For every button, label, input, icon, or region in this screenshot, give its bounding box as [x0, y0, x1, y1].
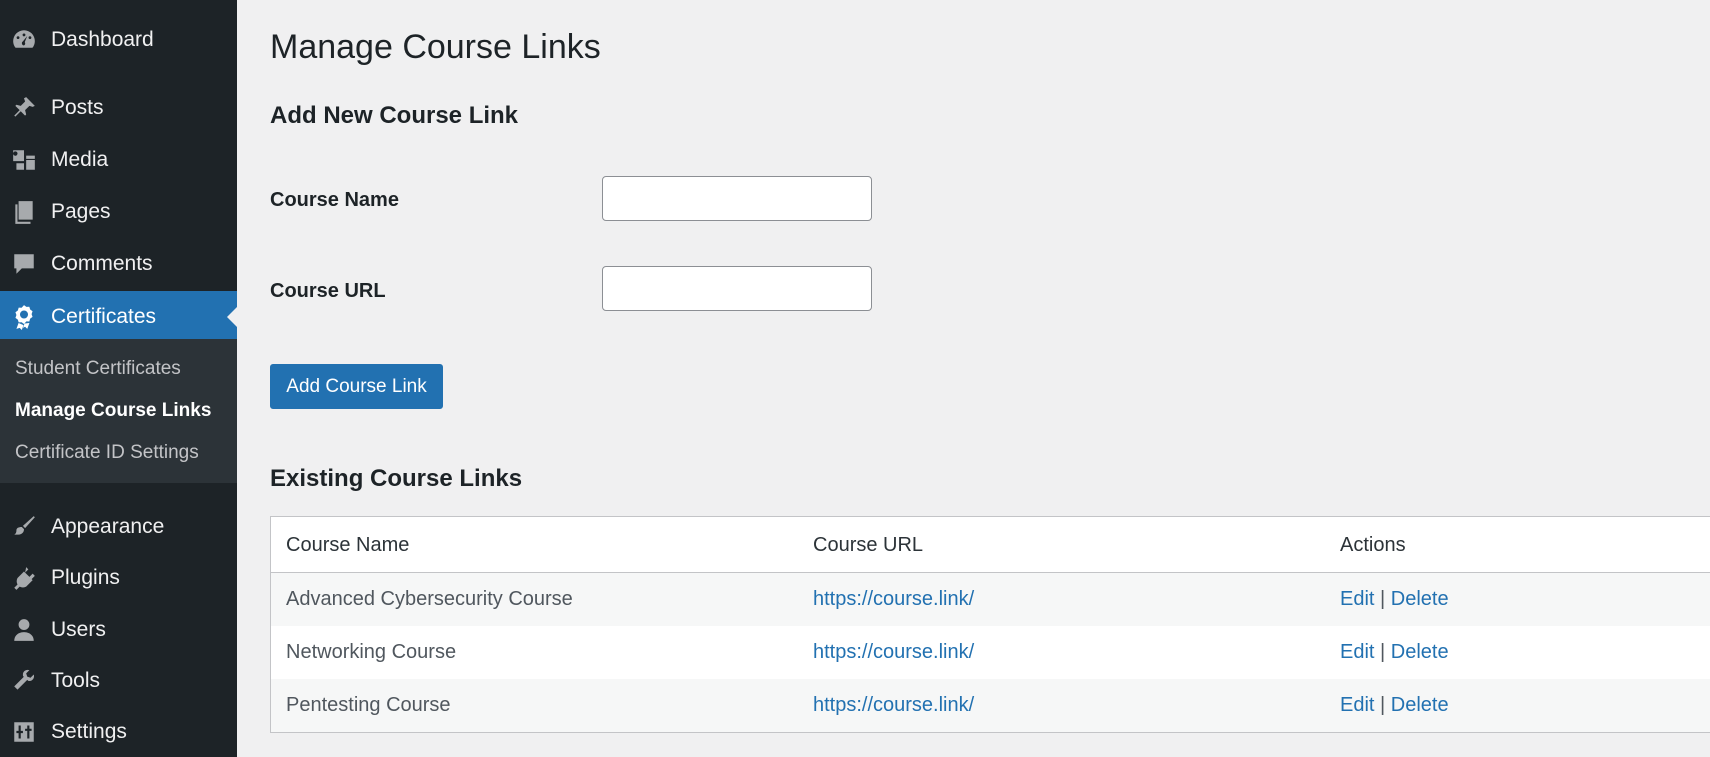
course-name-cell: Pentesting Course [286, 694, 451, 716]
course-name-label: Course Name [270, 189, 399, 211]
settings-icon [10, 718, 38, 746]
actions-cell: Edit | Delete [1340, 641, 1449, 664]
pages-icon [10, 198, 38, 226]
admin-sidebar: Dashboard Posts Media Pages Comments Cer… [0, 0, 237, 757]
user-icon [10, 616, 38, 644]
menu-item-certificates[interactable]: Certificates [0, 291, 237, 343]
menu-item-tools[interactable]: Tools [0, 658, 237, 704]
edit-link[interactable]: Edit [1340, 694, 1374, 716]
menu-item-label: Certificates [51, 305, 157, 328]
menu-item-label: Dashboard [51, 28, 154, 51]
add-course-link-heading: Add New Course Link [270, 102, 519, 129]
current-menu-arrow [227, 307, 237, 327]
course-name-cell: Advanced Cybersecurity Course [286, 588, 573, 610]
column-header-actions: Actions [1340, 534, 1406, 556]
plug-icon [10, 564, 38, 592]
menu-item-label: Media [51, 148, 109, 171]
award-icon [10, 303, 38, 331]
wrench-icon [10, 667, 38, 695]
table-row: Networking Course https://course.link/ E… [271, 626, 1710, 679]
action-separator: | [1380, 694, 1386, 716]
menu-item-dashboard[interactable]: Dashboard [0, 17, 237, 63]
submenu-item-manage-course-links[interactable]: Manage Course Links [15, 400, 211, 422]
menu-item-pages[interactable]: Pages [0, 189, 237, 235]
submenu-item-certificate-id-settings[interactable]: Certificate ID Settings [15, 442, 199, 464]
menu-item-label: Posts [51, 96, 104, 119]
menu-item-settings[interactable]: Settings [0, 709, 237, 755]
menu-item-label: Plugins [51, 566, 120, 589]
course-url-link[interactable]: https://course.link/ [813, 641, 974, 664]
menu-item-label: Settings [51, 720, 127, 743]
column-header-course-name: Course Name [286, 534, 410, 556]
pin-icon [10, 94, 38, 122]
certificates-submenu: Student Certificates Manage Course Links… [0, 339, 237, 483]
menu-item-comments[interactable]: Comments [0, 241, 237, 287]
actions-cell: Edit | Delete [1340, 588, 1449, 611]
action-separator: | [1380, 588, 1386, 610]
media-icon [10, 146, 38, 174]
actions-cell: Edit | Delete [1340, 694, 1449, 717]
course-links-table: Course Name Course URL Actions Advanced … [270, 516, 1710, 733]
table-row: Pentesting Course https://course.link/ E… [271, 679, 1710, 732]
menu-item-posts[interactable]: Posts [0, 85, 237, 131]
menu-item-label: Appearance [51, 515, 165, 538]
dashboard-icon [10, 26, 38, 54]
page-title: Manage Course Links [270, 28, 601, 66]
table-header-row: Course Name Course URL Actions [271, 517, 1710, 573]
menu-item-label: Tools [51, 669, 101, 692]
course-url-input[interactable] [602, 266, 872, 311]
edit-link[interactable]: Edit [1340, 641, 1374, 663]
course-name-cell: Networking Course [286, 641, 457, 663]
menu-item-media[interactable]: Media [0, 137, 237, 183]
course-url-label: Course URL [270, 280, 386, 302]
menu-item-label: Pages [51, 200, 111, 223]
comment-icon [10, 250, 38, 278]
delete-link[interactable]: Delete [1391, 641, 1449, 663]
course-name-input[interactable] [602, 176, 872, 221]
course-url-link[interactable]: https://course.link/ [813, 694, 974, 717]
brush-icon [10, 513, 38, 541]
menu-item-plugins[interactable]: Plugins [0, 555, 237, 601]
menu-item-label: Users [51, 618, 106, 641]
table-row: Advanced Cybersecurity Course https://co… [271, 573, 1710, 626]
course-url-link[interactable]: https://course.link/ [813, 588, 974, 611]
existing-course-links-heading: Existing Course Links [270, 465, 523, 492]
edit-link[interactable]: Edit [1340, 588, 1374, 610]
menu-item-users[interactable]: Users [0, 607, 237, 653]
action-separator: | [1380, 641, 1386, 663]
column-header-course-url: Course URL [813, 534, 924, 556]
add-course-link-button[interactable]: Add Course Link [270, 364, 443, 409]
menu-item-label: Comments [51, 252, 153, 275]
submenu-item-student-certificates[interactable]: Student Certificates [15, 358, 181, 380]
delete-link[interactable]: Delete [1391, 588, 1449, 610]
menu-item-appearance[interactable]: Appearance [0, 504, 237, 550]
delete-link[interactable]: Delete [1391, 694, 1449, 716]
